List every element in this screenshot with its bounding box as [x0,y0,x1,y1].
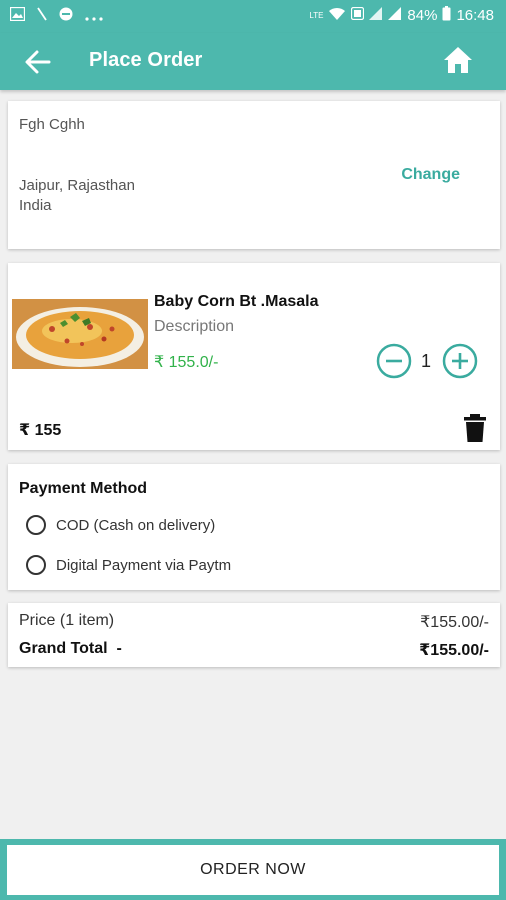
trash-icon [464,414,486,442]
quantity-value: 1 [421,351,432,371]
minus-circle-icon [376,343,412,379]
minus-circle-icon [59,7,73,25]
radio-button-icon [26,555,46,575]
wifi-icon [328,7,346,25]
lte-label: LTE [309,10,324,20]
radio-button-icon [26,515,46,535]
payment-option-label: COD (Cash on delivery) [56,516,216,534]
price-value: ₹155.00/- [420,614,489,631]
price-row: Price (1 item) ₹155.00/- [19,612,489,632]
arrow-left-icon [25,50,51,74]
cast-icon [351,6,365,24]
grand-total-row: Grand Total - ₹155.00/- [19,640,489,660]
payment-option-label: Digital Payment via Paytm [56,556,232,574]
status-bar: LTE 84% 16:48 [0,0,506,33]
home-button[interactable] [443,45,473,75]
delete-item-button[interactable] [463,414,487,442]
payment-method-title: Payment Method [19,480,148,497]
increase-quantity-button[interactable] [442,343,478,379]
decrease-quantity-button[interactable] [376,343,412,379]
price-summary-card: Price (1 item) ₹155.00/- Grand Total - ₹… [8,603,500,667]
product-name: Baby Corn Bt .Masala [154,293,319,310]
payment-option-paytm[interactable]: Digital Payment via Paytm [26,555,231,575]
slash-icon [37,7,47,25]
plus-circle-icon [442,343,478,379]
back-button[interactable] [22,46,54,78]
payment-method-card: Payment Method COD (Cash on delivery) Di… [8,464,500,590]
signal-icon [369,7,383,24]
app-bar: Place Order [0,33,506,90]
payment-option-cod[interactable]: COD (Cash on delivery) [26,515,215,535]
image-icon [9,6,26,25]
grand-total-label: Grand Total - [19,640,122,657]
order-now-button[interactable]: ORDER NOW [7,845,499,895]
clock: 16:48 [456,7,494,24]
address-line1: Jaipur, Rajasthan [19,177,135,194]
delivery-address-card: Fgh Cghh Jaipur, Rajasthan India Change [8,101,500,249]
cart-item-card: Baby Corn Bt .Masala Description ₹ 155.0… [8,263,500,450]
change-address-button[interactable]: Change [401,166,460,184]
more-dots-icon [85,8,103,25]
item-total: ₹ 155 [19,422,62,439]
status-bar-notifications [9,6,103,25]
page-title: Place Order [89,49,203,71]
product-price: ₹ 155.0/- [154,354,219,371]
battery-percent: 84% [407,7,438,24]
food-image [12,299,148,369]
home-icon [444,47,472,73]
address-line2: India [19,197,52,214]
grand-total-value: ₹155.00/- [419,642,489,659]
status-bar-system: LTE 84% 16:48 [309,6,494,25]
product-description: Description [154,318,235,335]
battery-icon [442,6,451,25]
address-name: Fgh Cghh [19,116,85,133]
signal-icon-2 [388,7,402,24]
price-label: Price (1 item) [19,612,115,629]
